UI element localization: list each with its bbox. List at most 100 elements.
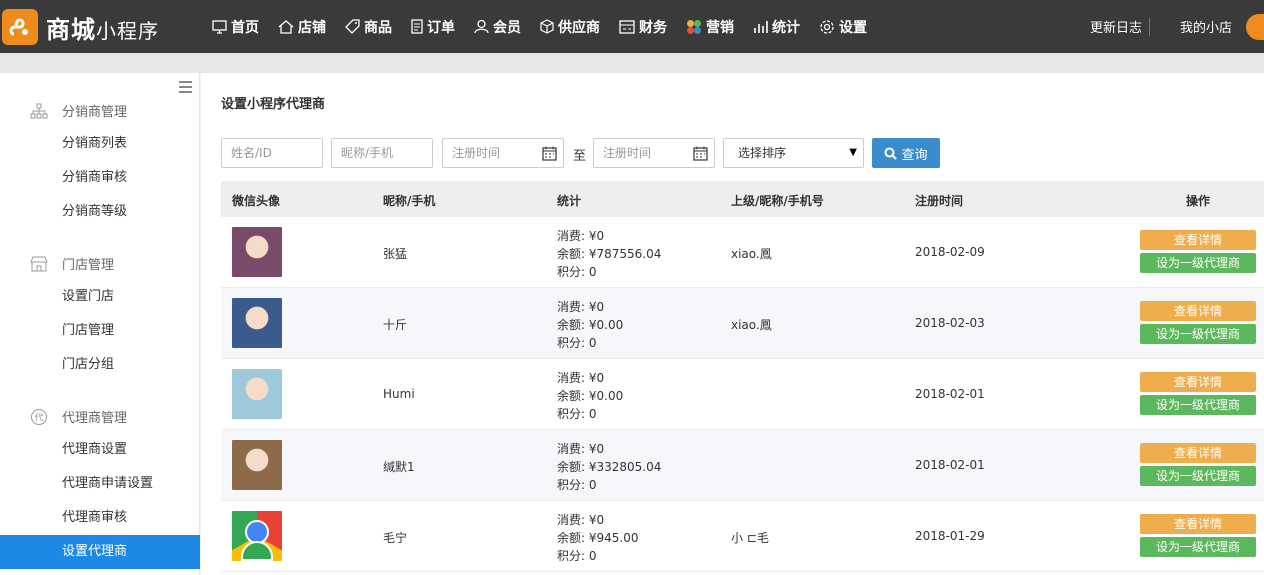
nav-settings[interactable]: 设置 (819, 17, 867, 37)
calendar-icon (693, 146, 708, 161)
date-to-input[interactable]: 注册时间 (593, 138, 715, 168)
row-balance: 余额: ¥787556.04 (557, 247, 662, 261)
row-consume: 消费: ¥0 (557, 442, 605, 456)
finance-icon (619, 19, 635, 34)
nav-store[interactable]: 店铺 (278, 17, 326, 37)
gear-icon (820, 19, 834, 34)
main-content: 设置小程序代理商 姓名/ID 昵称/手机 注册时间 至 注册时间 选择排序 ▼ … (201, 73, 1264, 575)
sidebar-item-distributor-review[interactable]: 分销商审核 (0, 161, 200, 195)
menu-collapse-icon[interactable] (179, 81, 192, 96)
view-detail-button[interactable]: 查看详情 (1140, 230, 1256, 250)
row-nickname: 张猛 (383, 247, 408, 261)
sort-select[interactable]: 选择排序 ▼ (723, 138, 864, 168)
nickname-phone-input[interactable]: 昵称/手机 (331, 138, 433, 168)
sidebar-item-distributor-list[interactable]: 分销商列表 (0, 127, 200, 161)
main-nav: 首页 店铺 商品 订单 会员 供应商 财务 营销 统计 设置 (212, 0, 886, 53)
brand-name: 商城 (46, 15, 96, 44)
row-consume: 消费: ¥0 (557, 229, 605, 243)
view-detail-button[interactable]: 查看详情 (1140, 301, 1256, 321)
sidebar-item-set-store[interactable]: 设置门店 (0, 280, 200, 314)
sidebar-group-stores[interactable]: 门店管理 (30, 254, 114, 273)
brand-logo[interactable]: 商城小程序 (0, 9, 159, 45)
agent-table: 微信头像 昵称/手机 统计 上级/昵称/手机号 注册时间 操作 张猛 消费: ¥0… (221, 181, 1264, 572)
view-detail-button[interactable]: 查看详情 (1140, 372, 1256, 392)
changelog-link[interactable]: 更新日志 (1090, 17, 1142, 36)
table-header: 微信头像 昵称/手机 统计 上级/昵称/手机号 注册时间 操作 (221, 181, 1264, 217)
home-screen-icon (212, 19, 227, 34)
search-icon (884, 147, 898, 160)
row-balance: 余额: ¥332805.04 (557, 460, 662, 474)
nav-supplier[interactable]: 供应商 (540, 17, 600, 37)
order-icon (411, 19, 423, 34)
nav-members[interactable]: 会员 (474, 17, 521, 37)
my-store-link[interactable]: 我的小店 (1180, 17, 1232, 36)
row-register-date: 2018-01-29 (915, 529, 985, 543)
row-consume: 消费: ¥0 (557, 513, 605, 527)
col-avatar: 微信头像 (232, 194, 281, 208)
sidebar-item-store-group[interactable]: 门店分组 (0, 348, 200, 382)
row-parent: xiao.鳳 (731, 318, 772, 332)
avatar[interactable] (1246, 13, 1264, 40)
nav-home[interactable]: 首页 (212, 17, 259, 37)
logo-icon (2, 9, 38, 45)
view-detail-button[interactable]: 查看详情 (1140, 443, 1256, 463)
svg-text:代: 代 (34, 412, 43, 423)
row-points: 积分: 0 (557, 336, 597, 350)
avatar (232, 511, 282, 561)
user-icon (474, 19, 489, 34)
divider (1148, 17, 1150, 36)
date-from-input[interactable]: 注册时间 (442, 138, 564, 168)
sidebar-item-set-agent[interactable]: 设置代理商 (0, 535, 200, 569)
top-strip (0, 53, 1264, 73)
avatar (232, 227, 282, 277)
nav-marketing[interactable]: 营销 (686, 17, 734, 37)
set-level1-agent-button[interactable]: 设为一级代理商 (1140, 395, 1256, 415)
col-nickname: 昵称/手机 (383, 194, 436, 208)
row-nickname: Humi (383, 387, 415, 401)
table-row: 毛宁 消费: ¥0 余额: ¥945.00 积分: 0 小 ⊏毛 2018-01-29 查看… (221, 501, 1264, 572)
row-register-date: 2018-02-09 (915, 245, 985, 259)
caret-down-icon: ▼ (849, 147, 857, 158)
row-parent: xiao.鳳 (731, 247, 772, 261)
row-balance: 余额: ¥945.00 (557, 531, 639, 545)
sidebar-item-agent-apply-settings[interactable]: 代理商申请设置 (0, 467, 200, 501)
sidebar-item-agent-review[interactable]: 代理商审核 (0, 501, 200, 535)
nav-finance[interactable]: 财务 (619, 17, 667, 37)
table-row: 十斤 消费: ¥0 余额: ¥0.00 积分: 0 xiao.鳳 2018-02-03 查看… (221, 288, 1264, 359)
table-row: 张猛 消费: ¥0 余额: ¥787556.04 积分: 0 xiao.鳳 2018-02… (221, 217, 1264, 288)
col-stats: 统计 (557, 194, 582, 208)
row-points: 积分: 0 (557, 265, 597, 279)
set-level1-agent-button[interactable]: 设为一级代理商 (1140, 324, 1256, 344)
table-row: 缄默1 消费: ¥0 余额: ¥332805.04 积分: 0 2018-02-01 查看… (221, 430, 1264, 501)
nav-stats[interactable]: 统计 (753, 17, 800, 37)
view-detail-button[interactable]: 查看详情 (1140, 514, 1256, 534)
brand-sub: 小程序 (96, 18, 159, 43)
avatar (232, 298, 282, 348)
row-nickname: 毛宁 (383, 531, 408, 545)
row-register-date: 2018-02-01 (915, 387, 985, 401)
nav-orders[interactable]: 订单 (411, 17, 455, 37)
row-register-date: 2018-02-01 (915, 458, 985, 472)
org-chart-icon (30, 103, 48, 118)
nav-goods[interactable]: 商品 (345, 17, 392, 37)
agent-icon: 代 (31, 408, 47, 425)
query-button[interactable]: 查询 (872, 138, 940, 168)
stats-icon (754, 20, 768, 33)
row-nickname: 缄默1 (383, 460, 415, 474)
row-balance: 余额: ¥0.00 (557, 318, 624, 332)
set-level1-agent-button[interactable]: 设为一级代理商 (1140, 466, 1256, 486)
page-title: 设置小程序代理商 (221, 97, 326, 112)
sidebar: 分销商管理 分销商列表 分销商审核 分销商等级 门店管理 设置门店 门店管理 门… (0, 73, 200, 575)
sidebar-item-store-manage[interactable]: 门店管理 (0, 314, 200, 348)
name-id-input[interactable]: 姓名/ID (221, 138, 323, 168)
sidebar-item-distributor-level[interactable]: 分销商等级 (0, 195, 200, 229)
col-actions: 操作 (1186, 194, 1211, 208)
shop-icon (30, 256, 48, 271)
set-level1-agent-button[interactable]: 设为一级代理商 (1140, 537, 1256, 557)
sidebar-group-distributor[interactable]: 分销商管理 (30, 101, 127, 120)
set-level1-agent-button[interactable]: 设为一级代理商 (1140, 253, 1256, 273)
row-consume: 消费: ¥0 (557, 371, 605, 385)
row-parent: 小 ⊏毛 (731, 531, 769, 545)
sidebar-group-agents[interactable]: 代 代理商管理 (30, 407, 127, 426)
sidebar-item-agent-settings[interactable]: 代理商设置 (0, 433, 200, 467)
